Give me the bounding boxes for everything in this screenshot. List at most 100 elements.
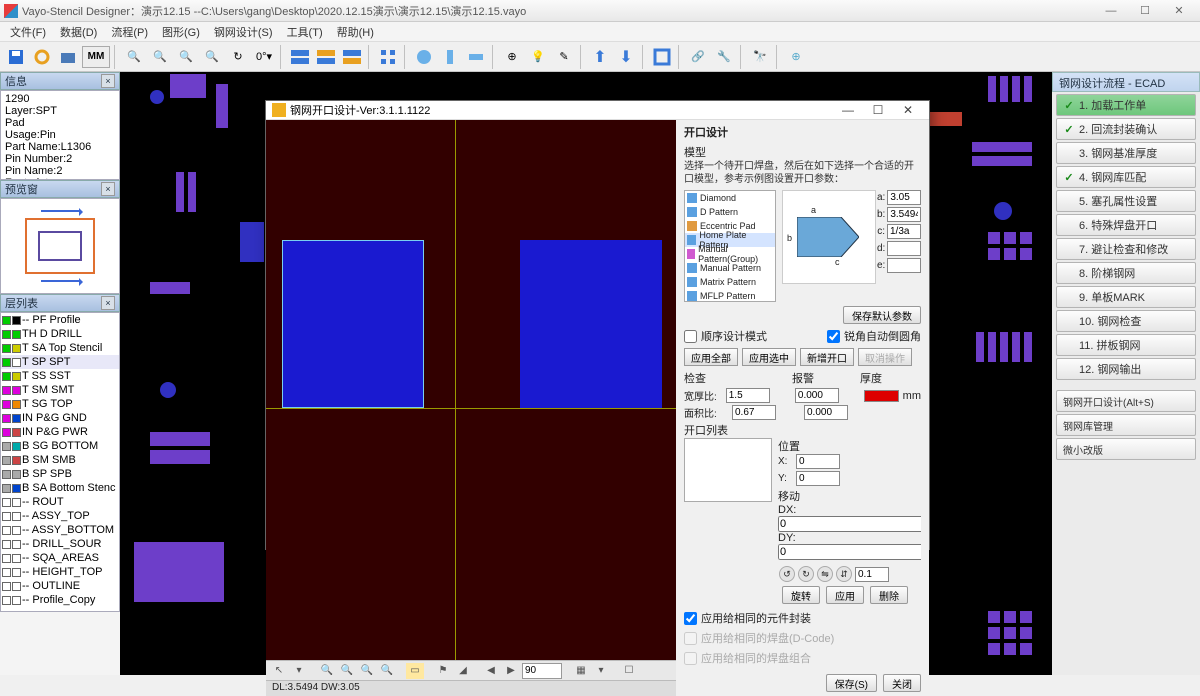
layer-row[interactable]: B SA Bottom Stenc (1, 481, 119, 495)
mini-flag1-icon[interactable]: ⚑ (434, 663, 452, 679)
alert-a-input[interactable] (804, 405, 848, 420)
model-item[interactable]: MFLP Pattern (685, 289, 775, 302)
mini-highlight-icon[interactable]: ▭ (406, 663, 424, 679)
layer-row[interactable]: -- HEIGHT_TOP (1, 565, 119, 579)
workflow-step[interactable]: ✓4. 钢网库匹配 (1056, 166, 1196, 188)
model-item[interactable]: Matrix Pattern (685, 275, 775, 289)
dialog-close-button[interactable]: ✕ (893, 101, 923, 119)
vrect-icon[interactable] (438, 45, 462, 69)
mini-window-icon[interactable]: ☐ (620, 663, 638, 679)
seq-mode-checkbox[interactable] (684, 330, 697, 343)
rot-value-input[interactable] (855, 567, 889, 582)
layer-list[interactable]: -- PF ProfileTH D DRILLT SA Top StencilT… (0, 312, 120, 612)
zoom-fit-icon[interactable]: 🔍 (174, 45, 198, 69)
apply-sel-button[interactable]: 应用选中 (742, 348, 796, 366)
layer-row[interactable]: B SP SPB (1, 467, 119, 481)
menu-file[interactable]: 文件(F) (4, 22, 52, 42)
dim-c-input[interactable] (887, 224, 921, 239)
mini-zoomall-icon[interactable]: 🔍 (378, 663, 396, 679)
dialog-preview-canvas[interactable]: ↖ ▾ 🔍 🔍 🔍 🔍 ▭ ⚑ ◢ ◀ ▶ ▦ ▾ ☐ (266, 120, 676, 696)
mini-next-icon[interactable]: ▶ (502, 663, 520, 679)
rot-flip-v-icon[interactable]: ⇵ (836, 566, 852, 582)
layer2-icon[interactable] (314, 45, 338, 69)
delete-button[interactable]: 删除 (870, 586, 908, 604)
gear-icon[interactable]: 🔧 (712, 45, 736, 69)
move-dy-input[interactable] (778, 544, 921, 560)
model-item[interactable]: Diamond (685, 191, 775, 205)
save-s-button[interactable]: 保存(S) (826, 674, 877, 692)
layer-row[interactable]: IN P&G PWR (1, 425, 119, 439)
workflow-step[interactable]: 8. 阶梯钢网 (1056, 262, 1196, 284)
link-icon[interactable]: 🔗 (686, 45, 710, 69)
dim-d-input[interactable] (887, 241, 921, 256)
layer-row[interactable]: T SA Top Stencil (1, 341, 119, 355)
zoom-window-icon[interactable]: 🔍 (200, 45, 224, 69)
dialog-minimize-button[interactable]: — (833, 101, 863, 119)
new-opening-button[interactable]: 新增开口 (800, 348, 854, 366)
menu-help[interactable]: 帮助(H) (331, 22, 380, 42)
layer-row[interactable]: T SM SMT (1, 383, 119, 397)
dim-b-input[interactable] (887, 207, 921, 222)
mini-cursor-icon[interactable]: ↖ (270, 663, 288, 679)
dim-a-input[interactable] (887, 190, 921, 205)
folder-icon[interactable] (56, 45, 80, 69)
select-icon[interactable] (376, 45, 400, 69)
model-list[interactable]: DiamondD PatternEccentric PadHome Plate … (684, 190, 776, 302)
rot-cw-icon[interactable]: ↻ (798, 566, 814, 582)
dialog-titlebar[interactable]: 钢网开口设计-Ver:3.1.1.1122 — ☐ ✕ (266, 101, 929, 120)
pos-x-input[interactable] (796, 454, 840, 469)
workflow-step[interactable]: 12. 钢网输出 (1056, 358, 1196, 380)
workflow-step[interactable]: 6. 特殊焊盘开口 (1056, 214, 1196, 236)
close-dialog-button[interactable]: 关闭 (883, 674, 921, 692)
pencil-icon[interactable]: ✎ (552, 45, 576, 69)
target-icon[interactable]: ⊕ (500, 45, 524, 69)
layer1-icon[interactable] (288, 45, 312, 69)
layer-row[interactable]: -- OUTLINE (1, 579, 119, 593)
workflow-step[interactable]: ✓1. 加载工作单 (1056, 94, 1196, 116)
binoculars-icon[interactable]: 🔭 (748, 45, 772, 69)
thickness-color-swatch[interactable] (864, 390, 899, 402)
workflow-step[interactable]: 11. 拼板钢网 (1056, 334, 1196, 356)
rot-ccw-icon[interactable]: ↺ (779, 566, 795, 582)
ratio-a-input[interactable] (732, 405, 776, 420)
layers-close-icon[interactable]: × (101, 296, 115, 310)
workflow-step[interactable]: 9. 单板MARK (1056, 286, 1196, 308)
workflow-step[interactable]: 5. 塞孔属性设置 (1056, 190, 1196, 212)
layer-row[interactable]: -- DRILL_SOUR (1, 537, 119, 551)
wf-extra-lib[interactable]: 钢网库管理 (1056, 414, 1196, 436)
opening-list[interactable] (684, 438, 772, 502)
layer-row[interactable]: TH D DRILL (1, 327, 119, 341)
reload-icon[interactable] (30, 45, 54, 69)
square-icon[interactable] (650, 45, 674, 69)
menu-process[interactable]: 流程(P) (105, 22, 154, 42)
rotate-icon[interactable]: 0°▾ (252, 45, 276, 69)
mini-prev-icon[interactable]: ◀ (482, 663, 500, 679)
close-button[interactable]: ✕ (1162, 2, 1196, 20)
layer-row[interactable]: T SS SST (1, 369, 119, 383)
hrect-icon[interactable] (464, 45, 488, 69)
bulb-icon[interactable]: 💡 (526, 45, 550, 69)
workflow-step[interactable]: 7. 避让检查和修改 (1056, 238, 1196, 260)
auto-fillet-checkbox[interactable] (827, 330, 840, 343)
rot-flip-h-icon[interactable]: ⇋ (817, 566, 833, 582)
menu-tools[interactable]: 工具(T) (281, 22, 329, 42)
up-arrow-icon[interactable]: ⬆ (588, 45, 612, 69)
minimize-button[interactable]: — (1094, 2, 1128, 20)
layer-row[interactable]: -- ROUT (1, 495, 119, 509)
zoom-out-icon[interactable]: 🔍 (148, 45, 172, 69)
mini-zoomin-icon[interactable]: 🔍 (318, 663, 336, 679)
model-item[interactable]: Manual Pattern(Group) (685, 247, 775, 261)
pos-y-input[interactable] (796, 471, 840, 486)
wf-extra-minor[interactable]: 微小改版 (1056, 438, 1196, 460)
mini-grid-icon[interactable]: ▦ (572, 663, 590, 679)
mini-zoom-input[interactable] (522, 663, 562, 679)
save-icon[interactable] (4, 45, 28, 69)
mini-flag2-icon[interactable]: ◢ (454, 663, 472, 679)
cancel-op-button[interactable]: 取消操作 (858, 348, 912, 366)
same-pkg-checkbox[interactable] (684, 612, 697, 625)
apply-button[interactable]: 应用 (826, 586, 864, 604)
apply-all-button[interactable]: 应用全部 (684, 348, 738, 366)
dialog-maximize-button[interactable]: ☐ (863, 101, 893, 119)
workflow-step[interactable]: ✓2. 回流封装确认 (1056, 118, 1196, 140)
alert-w-input[interactable] (795, 388, 839, 403)
